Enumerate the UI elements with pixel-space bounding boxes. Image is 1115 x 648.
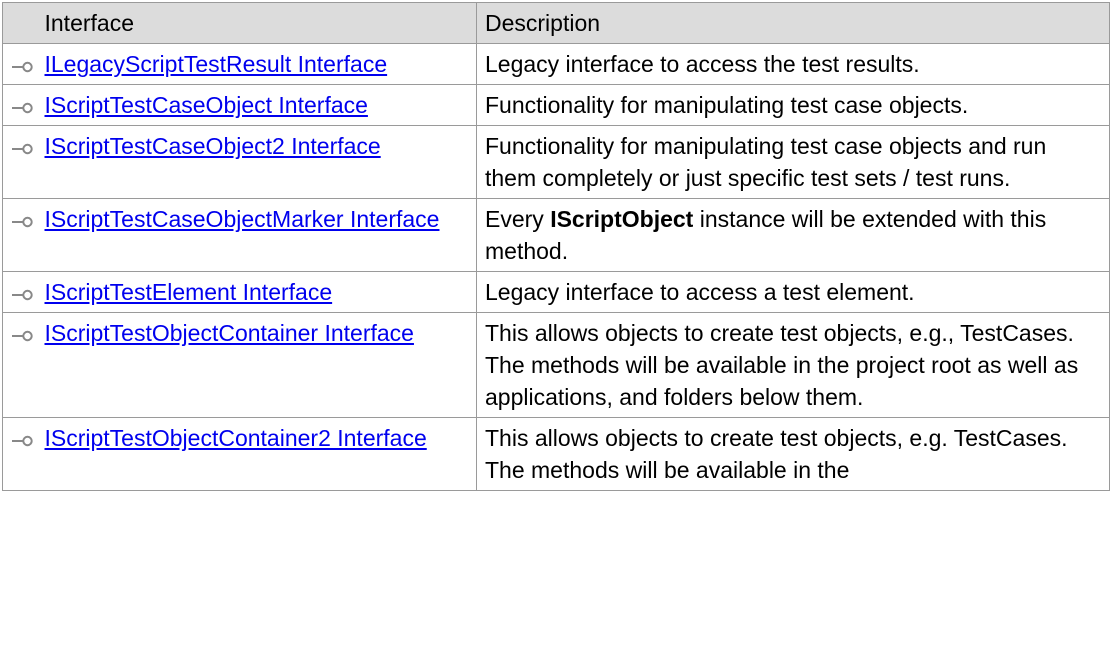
- interface-lollipop-icon: [3, 418, 41, 450]
- interface-lollipop-icon: [3, 272, 41, 304]
- interface-name-cell: IScriptTestCaseObject2 Interface: [40, 125, 477, 199]
- description-cell: Legacy interface to access a test elemen…: [476, 271, 1110, 313]
- interface-link[interactable]: ILegacyScriptTestResult Interface: [45, 51, 388, 77]
- interface-link[interactable]: IScriptTestCaseObjectMarker Interface: [45, 206, 440, 232]
- table-row: IScriptTestObjectContainer2 Interface Th…: [2, 417, 1110, 491]
- icon-cell: [2, 198, 41, 272]
- icon-cell: [2, 271, 41, 313]
- description-cell: Functionality for manipulating test case…: [476, 125, 1110, 199]
- description-cell: This allows objects to create test objec…: [476, 312, 1110, 418]
- header-icon-cell: [2, 2, 41, 44]
- interface-lollipop-icon: [3, 313, 41, 345]
- description-text: Every: [485, 206, 551, 232]
- table-header-row: Interface Description: [2, 2, 1110, 44]
- interface-name-cell: IScriptTestCaseObject Interface: [40, 84, 477, 126]
- interface-link[interactable]: IScriptTestObjectContainer Interface: [45, 320, 414, 346]
- interface-lollipop-icon: [3, 44, 41, 76]
- description-cell: This allows objects to create test objec…: [476, 417, 1110, 491]
- header-description: Description: [476, 2, 1110, 44]
- icon-cell: [2, 312, 41, 418]
- table-row: IScriptTestObjectContainer Interface Thi…: [2, 312, 1110, 418]
- table-row: IScriptTestCaseObject Interface Function…: [2, 84, 1110, 126]
- table-row: IScriptTestCaseObjectMarker Interface Ev…: [2, 198, 1110, 272]
- interface-lollipop-icon: [3, 126, 41, 158]
- icon-cell: [2, 125, 41, 199]
- interface-name-cell: ILegacyScriptTestResult Interface: [40, 43, 477, 85]
- interface-lollipop-icon: [3, 199, 41, 231]
- table-row: IScriptTestCaseObject2 Interface Functio…: [2, 125, 1110, 199]
- description-cell: Every IScriptObject instance will be ext…: [476, 198, 1110, 272]
- interface-name-cell: IScriptTestElement Interface: [40, 271, 477, 313]
- interface-link[interactable]: IScriptTestObjectContainer2 Interface: [45, 425, 427, 451]
- interface-link[interactable]: IScriptTestCaseObject2 Interface: [45, 133, 381, 159]
- icon-cell: [2, 417, 41, 491]
- interface-link[interactable]: IScriptTestCaseObject Interface: [45, 92, 368, 118]
- interface-name-cell: IScriptTestCaseObjectMarker Interface: [40, 198, 477, 272]
- description-bold-term: IScriptObject: [550, 206, 694, 232]
- interface-name-cell: IScriptTestObjectContainer2 Interface: [40, 417, 477, 491]
- interfaces-table: Interface Description ILegacyScriptTestR…: [2, 2, 1110, 491]
- description-cell: Legacy interface to access the test resu…: [476, 43, 1110, 85]
- description-cell: Functionality for manipulating test case…: [476, 84, 1110, 126]
- interface-lollipop-icon: [3, 85, 41, 117]
- icon-cell: [2, 84, 41, 126]
- interface-name-cell: IScriptTestObjectContainer Interface: [40, 312, 477, 418]
- table-row: ILegacyScriptTestResult Interface Legacy…: [2, 43, 1110, 85]
- header-interface: Interface: [40, 2, 477, 44]
- interface-link[interactable]: IScriptTestElement Interface: [45, 279, 333, 305]
- table-row: IScriptTestElement Interface Legacy inte…: [2, 271, 1110, 313]
- icon-cell: [2, 43, 41, 85]
